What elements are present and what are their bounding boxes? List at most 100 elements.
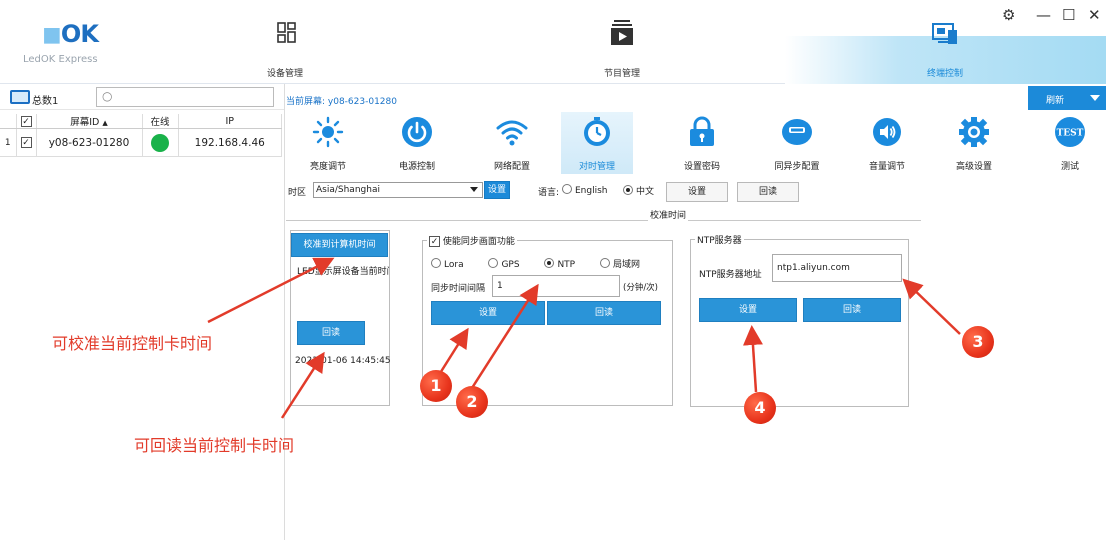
gear-icon bbox=[959, 117, 989, 147]
timezone-label: 时区 bbox=[288, 188, 307, 198]
radio-english[interactable] bbox=[562, 184, 572, 194]
screen-list-panel: 总数1 ○ ✓ 屏幕ID ▲ 在线 IP 1 ✓ y08-623-01280 1… bbox=[0, 84, 285, 540]
timezone-value: Asia/Shanghai bbox=[316, 185, 380, 195]
tool-label: 网络配置 bbox=[493, 162, 530, 172]
refresh-label: 刷新 bbox=[1046, 95, 1065, 105]
svg-text:TEST: TEST bbox=[1057, 129, 1084, 139]
clock-icon bbox=[584, 117, 610, 146]
nav-label: 设备管理 bbox=[266, 69, 303, 79]
total-count: 总数1 bbox=[32, 96, 59, 107]
volume-icon bbox=[873, 118, 901, 146]
tool-test[interactable]: TEST 测试 bbox=[1034, 112, 1106, 174]
sync-option-lan[interactable]: 局域网 bbox=[600, 258, 640, 270]
tool-network[interactable]: 网络配置 bbox=[476, 112, 548, 174]
ip-header[interactable]: IP bbox=[178, 114, 282, 129]
row-checkbox-cell[interactable]: ✓ bbox=[16, 128, 37, 157]
marker-1: 1 bbox=[420, 370, 452, 402]
timezone-set-button[interactable]: 设置 bbox=[484, 181, 510, 199]
lang-english-option[interactable]: English bbox=[562, 184, 608, 196]
table-row[interactable]: 1 ✓ y08-623-01280 192.168.4.46 bbox=[0, 128, 282, 157]
calibrate-to-pc-button[interactable]: 校准到计算机时间 bbox=[291, 233, 388, 257]
screen-icon bbox=[10, 90, 30, 104]
pc-time-panel: 校准到计算机时间 LED显示屏设备当前时间 回读 2021-01-06 14:4… bbox=[290, 230, 391, 406]
tool-label: 同异步配置 bbox=[774, 162, 820, 172]
sync-option-gps[interactable]: GPS bbox=[488, 258, 520, 270]
sync-enable-checkbox[interactable]: ✓ bbox=[429, 236, 440, 247]
nav-program-management[interactable]: 节目管理 bbox=[577, 20, 667, 82]
annotation-readback-note: 可回读当前控制卡时间 bbox=[134, 436, 295, 455]
radio-ntp[interactable] bbox=[544, 258, 555, 268]
select-all-header[interactable]: ✓ bbox=[16, 114, 37, 129]
tool-advanced-settings[interactable]: 高级设置 bbox=[938, 112, 1010, 174]
ntp-address-input[interactable]: ntp1.aliyun.com bbox=[772, 254, 902, 282]
chevron-down-icon[interactable] bbox=[1090, 95, 1100, 101]
tool-bar: 亮度调节 电源控制 网络配置 对时管理 设置密码 同异步配置 音量调节 高级设置… bbox=[286, 112, 1106, 174]
row-screen-id: y08-623-01280 bbox=[36, 128, 143, 157]
calibration-title: 校准时间 bbox=[648, 208, 689, 221]
sync-mode-options: Lora GPS NTP 局域网 bbox=[431, 257, 640, 270]
lang-chinese-option[interactable]: 中文 bbox=[623, 184, 654, 197]
tool-brightness[interactable]: 亮度调节 bbox=[292, 112, 364, 174]
tool-label: 亮度调节 bbox=[309, 162, 346, 172]
nav-terminal-control[interactable]: 终端控制 bbox=[900, 22, 990, 82]
index-header bbox=[0, 114, 17, 129]
nav-label: 节目管理 bbox=[603, 69, 640, 79]
settings-icon[interactable]: ⚙ bbox=[1002, 6, 1015, 24]
language-set-button[interactable]: 设置 bbox=[666, 182, 728, 202]
marker-3: 3 bbox=[962, 326, 994, 358]
ntp-address-label: NTP服务器地址 bbox=[699, 270, 762, 280]
timezone-select[interactable]: Asia/Shanghai bbox=[313, 182, 483, 198]
app-window: ◼OK LedOK Express 设备管理 节目管理 终端控制 ⚙ — ☐ ✕… bbox=[0, 0, 1106, 540]
tool-volume[interactable]: 音量调节 bbox=[851, 112, 923, 174]
current-screen-label: 当前屏幕: y08-623-01280 bbox=[286, 97, 397, 107]
sync-option-lora[interactable]: Lora bbox=[431, 258, 464, 270]
wifi-icon bbox=[496, 120, 528, 146]
time-readback-button[interactable]: 回读 bbox=[297, 321, 365, 345]
ntp-readback-button[interactable]: 回读 bbox=[803, 298, 901, 322]
row-checkbox[interactable]: ✓ bbox=[20, 137, 32, 148]
refresh-button[interactable]: 刷新 bbox=[1028, 86, 1106, 110]
table-header: ✓ 屏幕ID ▲ 在线 IP bbox=[0, 114, 282, 129]
timezone-row: 时区 Asia/Shanghai 设置 语言: English 中文 bbox=[286, 181, 806, 204]
radio-chinese[interactable] bbox=[623, 185, 633, 195]
tool-power[interactable]: 电源控制 bbox=[381, 112, 453, 174]
online-status-dot bbox=[151, 133, 169, 152]
tool-label: 对时管理 bbox=[578, 162, 615, 172]
nav-label: 终端控制 bbox=[926, 69, 963, 79]
tool-sync-config[interactable]: 同异步配置 bbox=[761, 112, 833, 174]
tool-set-password[interactable]: 设置密码 bbox=[666, 112, 738, 174]
divider bbox=[286, 220, 921, 221]
marker-2: 2 bbox=[456, 386, 488, 418]
minimize-button[interactable]: — bbox=[1036, 6, 1051, 24]
search-icon: ○ bbox=[102, 89, 113, 103]
close-button[interactable]: ✕ bbox=[1088, 6, 1101, 24]
row-online-cell bbox=[142, 128, 179, 157]
row-ip: 192.168.4.46 bbox=[178, 128, 282, 157]
tool-time-management[interactable]: 对时管理 bbox=[561, 112, 633, 174]
sync-interval-input[interactable]: 1 bbox=[492, 275, 620, 297]
radio-lora[interactable] bbox=[431, 258, 441, 268]
ntp-set-button[interactable]: 设置 bbox=[699, 298, 797, 322]
online-header[interactable]: 在线 bbox=[142, 114, 179, 129]
language-readback-button[interactable]: 回读 bbox=[737, 182, 799, 202]
screen-id-header[interactable]: 屏幕ID ▲ bbox=[36, 114, 143, 129]
sync-readback-button[interactable]: 回读 bbox=[547, 301, 661, 325]
logo-text: LedOK Express bbox=[23, 54, 98, 65]
sync-group: ✓ 使能同步画面功能 Lora GPS NTP 局域网 同步时间间隔 1 (分钟… bbox=[422, 234, 673, 406]
tool-label: 高级设置 bbox=[955, 162, 992, 172]
ntp-group-title: NTP服务器 bbox=[695, 233, 744, 246]
radio-lan[interactable] bbox=[600, 258, 610, 268]
sync-option-ntp[interactable]: NTP bbox=[544, 258, 575, 270]
nav-device-management[interactable]: 设备管理 bbox=[240, 22, 330, 82]
chevron-down-icon bbox=[470, 187, 478, 192]
select-all-checkbox[interactable]: ✓ bbox=[20, 115, 32, 127]
radio-gps[interactable] bbox=[488, 258, 499, 268]
search-input[interactable]: ○ bbox=[96, 87, 274, 107]
power-icon bbox=[402, 117, 432, 147]
sync-enable-option[interactable]: ✓ 使能同步画面功能 bbox=[427, 234, 517, 247]
sync-set-button[interactable]: 设置 bbox=[431, 301, 545, 325]
program-management-icon bbox=[611, 20, 633, 45]
maximize-button[interactable]: ☐ bbox=[1062, 6, 1075, 24]
main-panel: 当前屏幕: y08-623-01280 刷新 亮度调节 电源控制 网络配置 对时… bbox=[286, 84, 1106, 540]
ntp-server-group: NTP服务器 NTP服务器地址 ntp1.aliyun.com 设置 回读 bbox=[690, 233, 909, 407]
